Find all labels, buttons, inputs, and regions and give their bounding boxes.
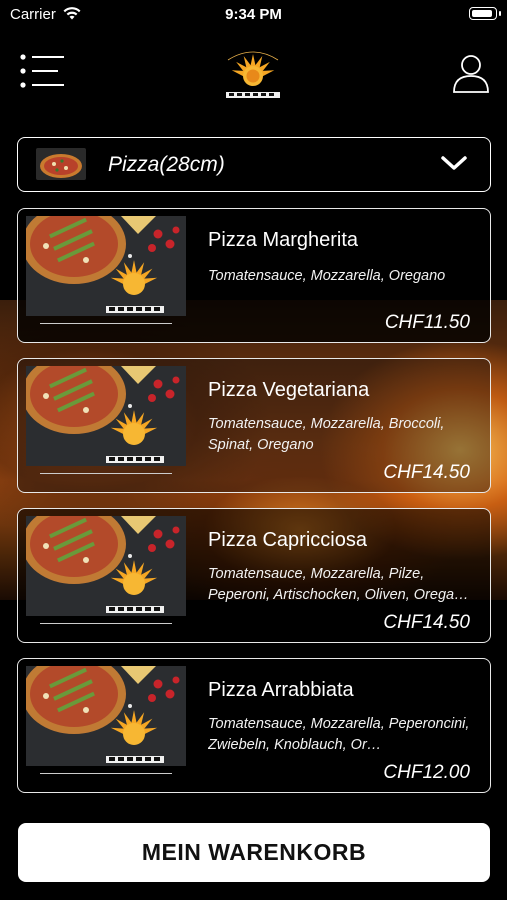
product-name: Pizza Margherita (208, 229, 359, 251)
product-image (26, 216, 186, 316)
product-image (26, 516, 186, 616)
cart-button[interactable]: MEIN WARENKORB (18, 823, 490, 882)
product-card[interactable]: Pizza Capricciosa Tomatensauce, Mozzarel… (17, 508, 491, 643)
category-selected-label: Pizza(28cm) (108, 153, 225, 176)
product-image (26, 666, 186, 766)
image-divider (40, 473, 172, 474)
product-card[interactable]: Pizza Margherita Tomatensauce, Mozzarell… (17, 208, 491, 343)
clock: 9:34 PM (225, 6, 282, 23)
product-name: Pizza Arrabbiata (208, 679, 354, 701)
image-divider (40, 623, 172, 624)
product-description: Tomatensauce, Mozzarella, Oregano (208, 268, 446, 284)
image-divider (40, 773, 172, 774)
product-description: Tomatensauce, Mozzarella, Pilze, Peperon… (208, 566, 469, 603)
battery-level (472, 10, 492, 17)
product-description: Tomatensauce, Mozzarella, Peperoncini, Z… (208, 716, 470, 753)
category-pizza-thumbnail (36, 148, 86, 180)
product-name: Pizza Vegetariana (208, 379, 370, 401)
product-image (26, 366, 186, 466)
chevron-down-icon (441, 156, 467, 170)
restaurant-logo (226, 51, 280, 98)
user-profile-icon[interactable] (452, 52, 490, 94)
category-dropdown[interactable]: Pizza(28cm) (17, 137, 491, 192)
product-name: Pizza Capricciosa (208, 529, 367, 551)
product-price: CHF11.50 (384, 312, 470, 333)
status-bar: Carrier 9:34 PM (0, 0, 507, 30)
product-price: CHF12.00 (383, 762, 470, 783)
product-price: CHF14.50 (383, 462, 470, 483)
product-description: Tomatensauce, Mozzarella, Broccoli, Spin… (208, 416, 445, 453)
product-card[interactable]: Pizza Arrabbiata Tomatensauce, Mozzarell… (17, 658, 491, 793)
product-price: CHF14.50 (383, 612, 470, 633)
hamburger-menu-icon[interactable] (20, 54, 66, 88)
battery-icon (469, 7, 501, 20)
image-divider (40, 323, 172, 324)
cart-button-label: MEIN WARENKORB (141, 839, 367, 865)
product-card[interactable]: Pizza Vegetariana Tomatensauce, Mozzarel… (17, 358, 491, 493)
